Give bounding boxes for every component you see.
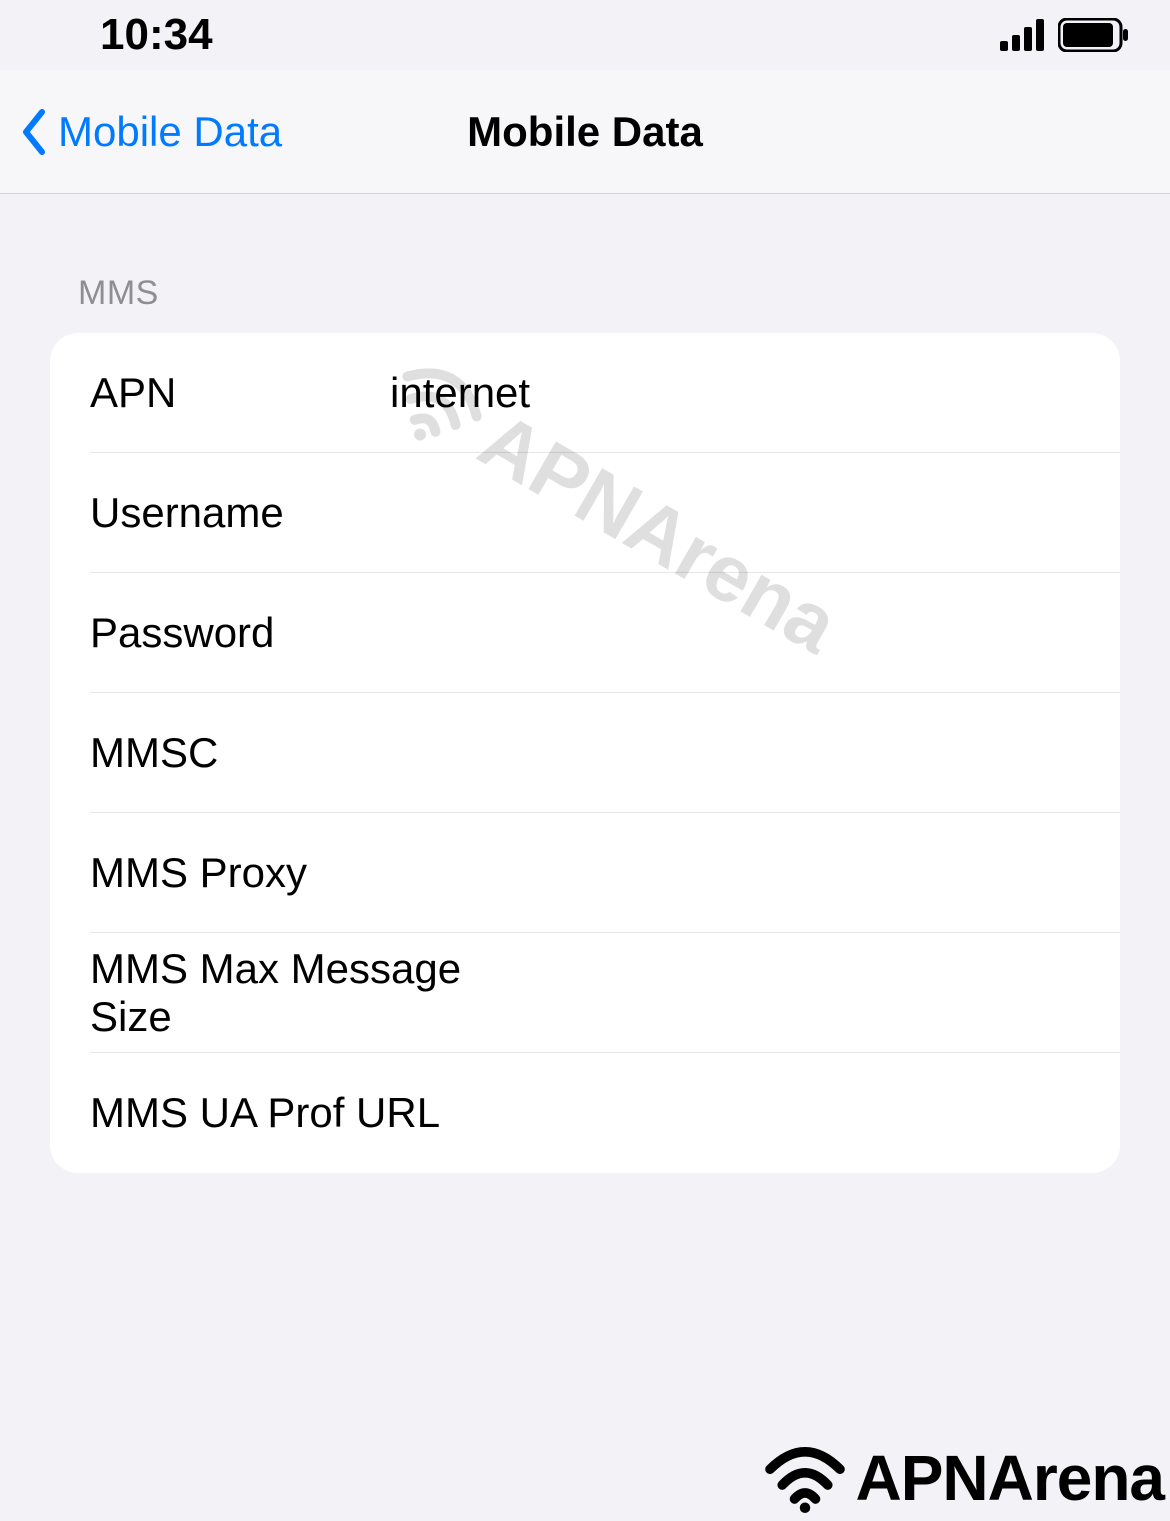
back-label: Mobile Data xyxy=(58,108,282,156)
settings-row-password[interactable]: Password xyxy=(50,573,1120,693)
settings-row-mms-max-size[interactable]: MMS Max Message Size xyxy=(50,933,1120,1053)
watermark-bottom: APNArena xyxy=(761,1441,1164,1515)
row-label: MMS UA Prof URL xyxy=(90,1089,440,1137)
apn-field[interactable] xyxy=(390,369,1080,417)
battery-icon xyxy=(1058,18,1130,52)
section-header-mms: MMS xyxy=(50,194,1120,333)
page-title: Mobile Data xyxy=(467,108,703,156)
password-field[interactable] xyxy=(390,609,1080,657)
status-indicators xyxy=(1000,18,1130,52)
settings-group-mms: APN Username Password MMSC MMS Proxy MMS… xyxy=(50,333,1120,1173)
watermark-text: APNArena xyxy=(855,1441,1164,1515)
settings-row-mmsc[interactable]: MMSC xyxy=(50,693,1120,813)
status-bar: 10:34 xyxy=(0,0,1170,70)
settings-row-mms-proxy[interactable]: MMS Proxy xyxy=(50,813,1120,933)
chevron-left-icon xyxy=(20,108,48,156)
settings-row-username[interactable]: Username xyxy=(50,453,1120,573)
row-label: APN xyxy=(90,369,390,417)
settings-row-apn[interactable]: APN xyxy=(50,333,1120,453)
back-button[interactable]: Mobile Data xyxy=(20,108,282,156)
status-time: 10:34 xyxy=(100,10,213,60)
row-label: MMS Proxy xyxy=(90,849,390,897)
username-field[interactable] xyxy=(390,489,1080,537)
wifi-icon xyxy=(761,1443,849,1513)
nav-bar: Mobile Data Mobile Data xyxy=(0,70,1170,194)
settings-row-mms-ua-prof[interactable]: MMS UA Prof URL xyxy=(50,1053,1120,1173)
mmsc-field[interactable] xyxy=(390,729,1080,777)
row-label: Username xyxy=(90,489,390,537)
cellular-signal-icon xyxy=(1000,19,1046,51)
mms-ua-prof-field[interactable] xyxy=(440,1089,1080,1137)
mms-proxy-field[interactable] xyxy=(390,849,1080,897)
row-label: MMS Max Message Size xyxy=(90,945,539,1041)
row-label: MMSC xyxy=(90,729,390,777)
mms-max-size-field[interactable] xyxy=(539,969,1080,1017)
row-label: Password xyxy=(90,609,390,657)
